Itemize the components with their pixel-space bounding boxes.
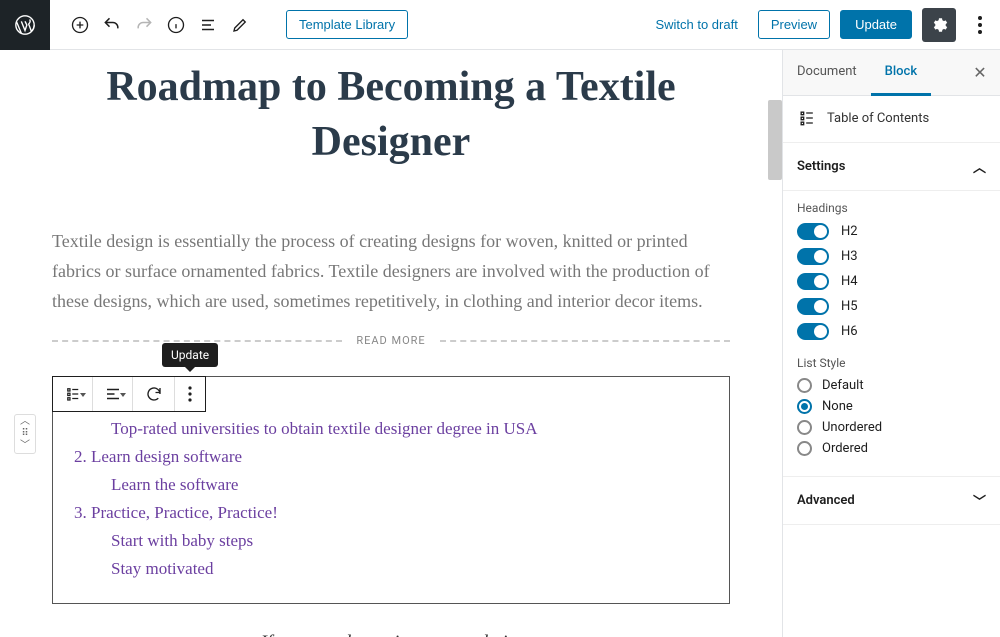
radio-icon[interactable] — [797, 441, 812, 456]
undo-button[interactable] — [96, 9, 128, 41]
heading-toggle-row: H3 — [797, 248, 986, 265]
top-left-tools: Template Library — [50, 9, 408, 41]
list-style-option[interactable]: None — [797, 399, 986, 414]
move-down-icon[interactable]: ﹀ — [20, 441, 30, 451]
heading-toggle[interactable] — [797, 323, 829, 340]
heading-toggle[interactable] — [797, 248, 829, 265]
settings-panel-header[interactable]: Settings ︿ — [783, 142, 1000, 191]
outline-button[interactable] — [192, 9, 224, 41]
switch-to-draft-button[interactable]: Switch to draft — [645, 11, 747, 38]
block-mover[interactable]: ︿ ⠿ ﹀ — [14, 414, 36, 454]
heading-toggle-label: H6 — [841, 324, 858, 339]
block-name-label: Table of Contents — [827, 111, 929, 126]
list-style-option[interactable]: Default — [797, 378, 986, 393]
redo-button[interactable] — [128, 9, 160, 41]
list-style-option[interactable]: Ordered — [797, 441, 986, 456]
block-name-row: Table of Contents — [783, 96, 1000, 142]
drag-handle-icon[interactable]: ⠿ — [21, 429, 28, 439]
block-toolbar — [52, 376, 206, 412]
editor-canvas[interactable]: ︿ ⠿ ﹀ Roadmap to Becoming a Textile Desi… — [0, 50, 782, 637]
toc-icon — [797, 108, 817, 128]
block-type-button[interactable] — [53, 377, 93, 411]
heading-toggle-label: H3 — [841, 249, 858, 264]
more-options-button[interactable] — [966, 8, 994, 42]
move-up-icon[interactable]: ︿ — [20, 417, 30, 427]
add-block-button[interactable] — [64, 9, 96, 41]
top-right-tools: Switch to draft Preview Update — [645, 8, 1000, 42]
template-library-button[interactable]: Template Library — [286, 10, 408, 39]
heading-toggle[interactable] — [797, 223, 829, 240]
list-style-label-text: Unordered — [822, 420, 882, 435]
heading-toggle-label: H5 — [841, 299, 858, 314]
update-tooltip: Update — [162, 343, 218, 367]
publish-update-button[interactable]: Update — [840, 10, 912, 39]
toc-item[interactable]: Practice, Practice, Practice! Start with … — [91, 503, 713, 579]
toc-subitem[interactable]: Top-rated universities to obtain textile… — [111, 419, 713, 439]
toc-item-label[interactable]: Learn design software — [91, 447, 242, 466]
heading-toggle[interactable] — [797, 298, 829, 315]
quote-block[interactable]: “ If you can dream it, you can do it. — [52, 628, 730, 637]
radio-icon[interactable] — [797, 420, 812, 435]
list-style-label-text: None — [822, 399, 853, 414]
intro-paragraph[interactable]: Textile design is essentially the proces… — [52, 227, 730, 316]
align-button[interactable] — [93, 377, 133, 411]
radio-icon[interactable] — [797, 378, 812, 393]
tab-block[interactable]: Block — [871, 50, 931, 96]
heading-toggle-row: H6 — [797, 323, 986, 340]
heading-toggle-label: H2 — [841, 224, 858, 239]
advanced-panel-header[interactable]: Advanced ﹀ — [783, 476, 1000, 525]
top-toolbar: Template Library Switch to draft Preview… — [0, 0, 1000, 50]
list-style-label-text: Ordered — [822, 441, 868, 456]
tab-document[interactable]: Document — [783, 50, 871, 96]
read-more-divider[interactable]: READ MORE — [52, 334, 730, 347]
chevron-up-icon: ︿ — [973, 157, 986, 176]
settings-gear-button[interactable] — [922, 8, 956, 42]
settings-sidebar: Document Block ✕ Table of Contents Setti… — [782, 50, 1000, 637]
radio-icon[interactable] — [797, 399, 812, 414]
page-title[interactable]: Roadmap to Becoming a Textile Designer — [52, 60, 730, 169]
wordpress-logo[interactable] — [0, 0, 50, 50]
heading-toggle-row: H5 — [797, 298, 986, 315]
toc-subitem[interactable]: Start with baby steps — [111, 531, 713, 551]
edit-mode-button[interactable] — [224, 9, 256, 41]
list-style-option[interactable]: Unordered — [797, 420, 986, 435]
toc-subitem[interactable]: Stay motivated — [111, 559, 713, 579]
heading-toggle-row: H4 — [797, 273, 986, 290]
heading-toggle[interactable] — [797, 273, 829, 290]
toc-item[interactable]: Learn design software Learn the software — [91, 447, 713, 495]
editor-scrollbar[interactable] — [768, 100, 782, 180]
block-more-button[interactable] — [175, 377, 205, 411]
toc-item-label[interactable]: Practice, Practice, Practice! — [91, 503, 278, 522]
read-more-label: READ MORE — [342, 334, 439, 347]
heading-toggle-label: H4 — [841, 274, 858, 289]
sidebar-close-button[interactable]: ✕ — [960, 63, 1000, 82]
headings-label: Headings — [797, 201, 986, 215]
heading-toggle-row: H2 — [797, 223, 986, 240]
preview-button[interactable]: Preview — [758, 10, 830, 39]
info-button[interactable] — [160, 9, 192, 41]
quote-text[interactable]: If you can dream it, you can do it. — [88, 632, 730, 637]
list-style-label-text: Default — [822, 378, 864, 393]
toc-subitem[interactable]: Learn the software — [111, 475, 713, 495]
list-style-label: List Style — [797, 356, 986, 370]
refresh-update-button[interactable] — [133, 377, 175, 411]
chevron-down-icon: ﹀ — [973, 491, 986, 510]
